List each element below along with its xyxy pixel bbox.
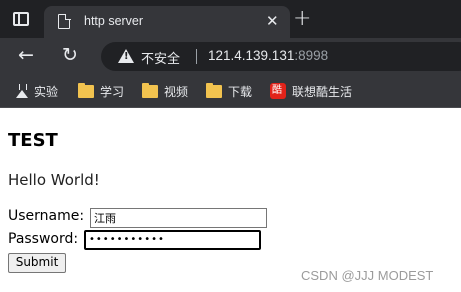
close-tab-icon[interactable]: ✕ [266,12,279,30]
tab-strip: http server ✕ + [0,0,461,38]
back-arrow-icon[interactable]: ← [18,44,34,66]
page-icon [58,13,71,29]
bookmark-shiyan[interactable]: 实验 [16,82,58,100]
reload-icon[interactable]: ↻ [62,43,78,67]
watermark-text: CSDN @JJJ MODEST [301,268,434,283]
submit-button[interactable]: Submit [8,253,66,273]
bookmark-label: 联想酷生活 [292,84,353,99]
bookmark-label: 学习 [100,84,125,99]
bookmark-label: 视频 [164,84,189,99]
page-heading: TEST [8,130,58,151]
address-bar[interactable]: 不安全 121.4.139.131:8998 [101,42,461,71]
greeting-text: Hello World! [8,171,100,189]
username-input[interactable]: 江雨 [90,208,267,228]
omnibox-divider [196,49,197,64]
browser-toolbar: ← ↻ 不安全 121.4.139.131:8998 [0,38,461,74]
warning-icon[interactable] [118,49,134,63]
url-port: :8998 [294,48,329,63]
flask-icon [16,84,28,98]
browser-tab[interactable]: http server ✕ [44,6,290,38]
tab-title: http server [84,14,144,28]
bookmark-shipin[interactable]: 视频 [142,82,188,100]
url-text[interactable]: 121.4.139.131:8998 [208,48,328,63]
bookmark-label: 实验 [34,84,59,99]
password-input[interactable]: ••••••••••• [84,230,261,250]
bookmark-label: 下载 [228,84,253,99]
password-label: Password: [8,231,79,247]
bookmark-xuexi[interactable]: 学习 [78,82,124,100]
lenovo-icon [270,83,286,99]
folder-icon [78,82,94,98]
username-label: Username: [8,208,85,224]
url-host: 121.4.139.131 [208,48,295,63]
bookmark-lenovo[interactable]: 联想酷生活 [270,82,352,100]
new-tab-icon[interactable]: + [293,6,311,32]
folder-icon [142,82,158,98]
bookmark-xiazai[interactable]: 下载 [206,82,252,100]
security-label[interactable]: 不安全 [141,48,180,67]
tab-search-icon[interactable] [13,12,29,26]
folder-icon [206,82,222,98]
page-content: TEST Hello World! Username: 江雨 Password:… [0,108,461,292]
bookmarks-bar: 实验 学习 视频 下载 联想酷生活 [0,74,461,108]
